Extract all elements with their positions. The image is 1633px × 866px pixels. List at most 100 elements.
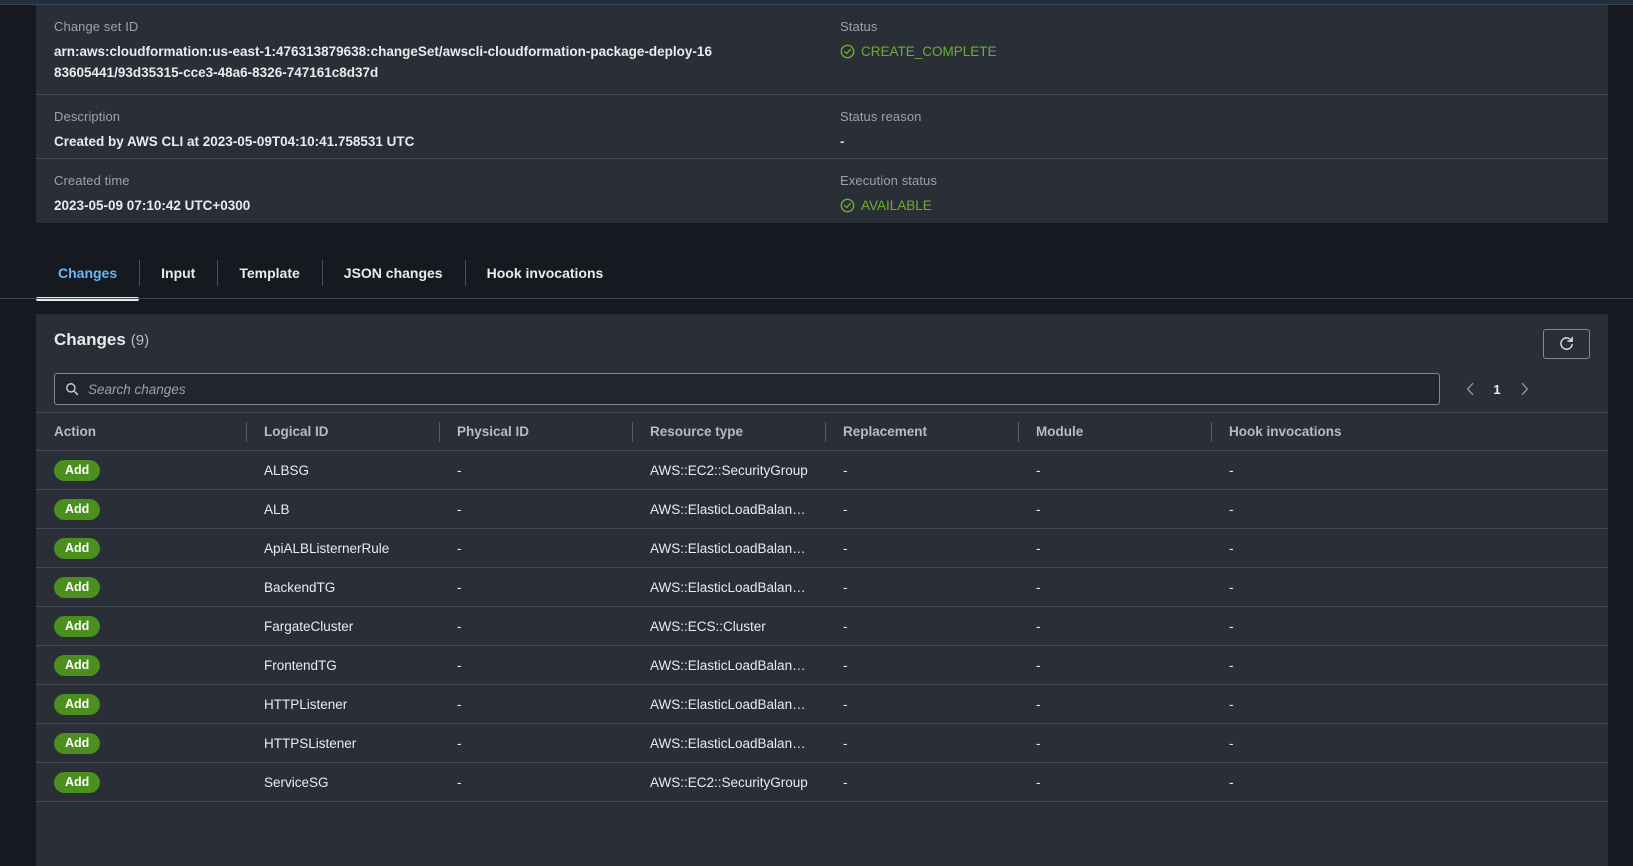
detail-field-status: Status CREATE_COMPLETE bbox=[822, 5, 1608, 94]
column-header-module[interactable]: Module bbox=[1018, 412, 1211, 451]
detail-row: Change set ID arn:aws:cloudformation:us-… bbox=[36, 5, 1608, 95]
cell-hook-invocations: - bbox=[1211, 567, 1608, 607]
tab-template[interactable]: Template bbox=[217, 248, 321, 298]
cell-replacement: - bbox=[825, 606, 1018, 646]
field-value: arn:aws:cloudformation:us-east-1:4763138… bbox=[54, 44, 712, 80]
table-row[interactable]: Add FrontendTG - AWS::ElasticLoadBalan… … bbox=[36, 645, 1608, 685]
pagination-prev-button[interactable] bbox=[1462, 381, 1478, 397]
check-circle-icon bbox=[840, 44, 855, 59]
changes-table: Action Logical ID Physical ID Resource t… bbox=[36, 412, 1608, 802]
column-header-physical-id[interactable]: Physical ID bbox=[439, 412, 632, 451]
cell-hook-invocations: - bbox=[1211, 762, 1608, 802]
refresh-button[interactable] bbox=[1543, 329, 1590, 359]
column-header-replacement[interactable]: Replacement bbox=[825, 412, 1018, 451]
table-row[interactable]: Add ServiceSG - AWS::EC2::SecurityGroup … bbox=[36, 762, 1608, 802]
table-row[interactable]: Add ALBSG - AWS::EC2::SecurityGroup - - … bbox=[36, 450, 1608, 490]
tab-json-changes[interactable]: JSON changes bbox=[321, 248, 465, 298]
tab-label: Changes bbox=[58, 265, 118, 281]
detail-field-created-time: Created time 2023-05-09 07:10:42 UTC+030… bbox=[36, 159, 822, 223]
column-header-action[interactable]: Action bbox=[36, 412, 246, 451]
cell-physical-id: - bbox=[439, 645, 632, 685]
cell-action: Add bbox=[36, 723, 246, 763]
changes-count: (9) bbox=[130, 332, 150, 349]
cell-action: Add bbox=[36, 684, 246, 724]
table-row[interactable]: Add FargateCluster - AWS::ECS::Cluster -… bbox=[36, 606, 1608, 646]
changeset-detail-card: Change set ID arn:aws:cloudformation:us-… bbox=[36, 5, 1608, 223]
cell-module: - bbox=[1018, 528, 1211, 568]
tab-input[interactable]: Input bbox=[139, 248, 217, 298]
tab-label: Input bbox=[161, 265, 196, 281]
cell-physical-id: - bbox=[439, 606, 632, 646]
cell-module: - bbox=[1018, 489, 1211, 529]
cell-replacement: - bbox=[825, 450, 1018, 490]
cell-action: Add bbox=[36, 450, 246, 490]
cell-hook-invocations: - bbox=[1211, 645, 1608, 685]
status-text: CREATE_COMPLETE bbox=[861, 44, 997, 59]
cell-replacement: - bbox=[825, 489, 1018, 529]
search-input[interactable] bbox=[88, 381, 1429, 397]
cell-action: Add bbox=[36, 489, 246, 529]
field-value: Created by AWS CLI at 2023-05-09T04:10:4… bbox=[54, 134, 415, 149]
field-value: - bbox=[840, 134, 845, 149]
tab-bar: Changes Input Template JSON changes Hook… bbox=[0, 248, 1633, 301]
changes-panel-header: Changes (9) bbox=[36, 314, 1608, 366]
detail-field-status-reason: Status reason - bbox=[822, 95, 1608, 158]
cell-action: Add bbox=[36, 645, 246, 685]
cell-resource-type: AWS::ElasticLoadBalan… bbox=[632, 723, 825, 763]
check-circle-icon bbox=[840, 198, 855, 213]
detail-field-changeset-id: Change set ID arn:aws:cloudformation:us-… bbox=[36, 5, 822, 94]
status-badge: Add bbox=[54, 498, 101, 520]
detail-row: Description Created by AWS CLI at 2023-0… bbox=[36, 95, 1608, 159]
cell-replacement: - bbox=[825, 684, 1018, 724]
status-text: AVAILABLE bbox=[861, 198, 932, 213]
column-header-hook-invocations[interactable]: Hook invocations bbox=[1211, 412, 1608, 451]
cell-logical-id: ApiALBListernerRule bbox=[246, 528, 439, 568]
cell-action: Add bbox=[36, 606, 246, 646]
cell-replacement: - bbox=[825, 645, 1018, 685]
cell-module: - bbox=[1018, 606, 1211, 646]
cell-physical-id: - bbox=[439, 762, 632, 802]
cell-action: Add bbox=[36, 762, 246, 802]
column-header-logical-id[interactable]: Logical ID bbox=[246, 412, 439, 451]
cell-module: - bbox=[1018, 723, 1211, 763]
pagination-page-1[interactable]: 1 bbox=[1492, 382, 1502, 397]
cell-logical-id: ServiceSG bbox=[246, 762, 439, 802]
cell-replacement: - bbox=[825, 762, 1018, 802]
cell-physical-id: - bbox=[439, 567, 632, 607]
tab-changes[interactable]: Changes bbox=[36, 248, 140, 301]
status-badge: Add bbox=[54, 576, 101, 598]
cell-module: - bbox=[1018, 567, 1211, 607]
cell-logical-id: HTTPSListener bbox=[246, 723, 439, 763]
cell-module: - bbox=[1018, 762, 1211, 802]
tab-hook-invocations[interactable]: Hook invocations bbox=[464, 248, 626, 298]
cell-physical-id: - bbox=[439, 489, 632, 529]
field-label: Status bbox=[840, 19, 878, 34]
cell-logical-id: FrontendTG bbox=[246, 645, 439, 685]
table-row[interactable]: Add HTTPSListener - AWS::ElasticLoadBala… bbox=[36, 723, 1608, 763]
cell-physical-id: - bbox=[439, 684, 632, 724]
cell-hook-invocations: - bbox=[1211, 606, 1608, 646]
table-row[interactable]: Add BackendTG - AWS::ElasticLoadBalan… -… bbox=[36, 567, 1608, 607]
cell-hook-invocations: - bbox=[1211, 489, 1608, 529]
cell-replacement: - bbox=[825, 723, 1018, 763]
cell-hook-invocations: - bbox=[1211, 723, 1608, 763]
table-header-row: Action Logical ID Physical ID Resource t… bbox=[36, 412, 1608, 451]
detail-field-execution-status: Execution status AVAILABLE bbox=[822, 159, 1608, 223]
cell-module: - bbox=[1018, 645, 1211, 685]
table-row[interactable]: Add ALB - AWS::ElasticLoadBalan… - - - bbox=[36, 489, 1608, 529]
pagination: 1 bbox=[1462, 381, 1532, 397]
field-label: Description bbox=[54, 109, 121, 124]
pagination-next-button[interactable] bbox=[1516, 381, 1532, 397]
search-changes-box[interactable] bbox=[54, 373, 1440, 405]
cell-resource-type: AWS::ECS::Cluster bbox=[632, 606, 825, 646]
column-header-resource-type[interactable]: Resource type bbox=[632, 412, 825, 451]
table-row[interactable]: Add HTTPListener - AWS::ElasticLoadBalan… bbox=[36, 684, 1608, 724]
table-row[interactable]: Add ApiALBListernerRule - AWS::ElasticLo… bbox=[36, 528, 1608, 568]
cell-hook-invocations: - bbox=[1211, 528, 1608, 568]
execution-status-badge: AVAILABLE bbox=[840, 195, 1590, 216]
cell-hook-invocations: - bbox=[1211, 684, 1608, 724]
tab-label: JSON changes bbox=[343, 265, 443, 281]
refresh-icon bbox=[1558, 336, 1575, 353]
cell-resource-type: AWS::ElasticLoadBalan… bbox=[632, 567, 825, 607]
cell-resource-type: AWS::EC2::SecurityGroup bbox=[632, 450, 825, 490]
